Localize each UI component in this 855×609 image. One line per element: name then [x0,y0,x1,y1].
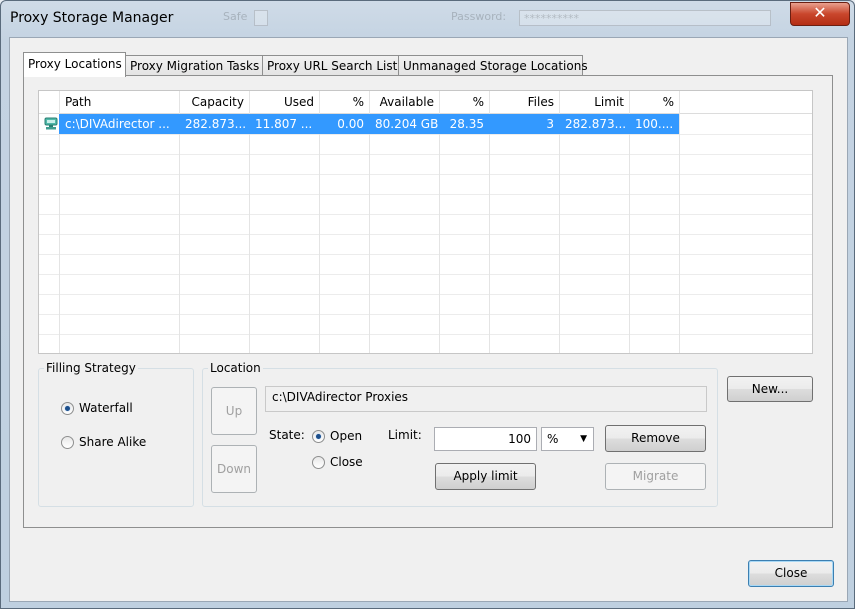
state-open-radio[interactable] [312,430,325,443]
background-label-password: Password: [451,10,507,23]
tab-proxy-migration-tasks[interactable]: Proxy Migration Tasks [125,55,263,76]
row-line [39,134,812,135]
apply-limit-button[interactable]: Apply limit [435,463,536,490]
waterfall-radio[interactable] [61,402,74,415]
row-line [39,154,812,155]
row-line [39,194,812,195]
background-label-safe: Safe [223,10,248,23]
state-close-radio[interactable] [312,456,325,469]
close-button[interactable]: Close [748,560,834,587]
cell-limit[interactable]: 282.873... [560,114,629,134]
cell-used[interactable]: 11.807 ... [250,114,319,134]
limit-input[interactable]: 100 [434,427,537,451]
move-down-button[interactable]: Down [211,445,257,493]
background-checkbox [254,10,268,26]
row-line [39,334,812,335]
row-line [39,234,812,235]
cell-files[interactable]: 3 [490,114,559,134]
chevron-down-icon: ▼ [580,434,587,444]
row-line [39,254,812,255]
dialog-client: Proxy Locations Proxy Migration Tasks Pr… [9,37,848,602]
column-header-capacity[interactable]: Capacity [180,91,249,113]
cell-path[interactable]: c:\DIVAdirector ... [60,114,179,134]
row-line [39,294,812,295]
migrate-button[interactable]: Migrate [605,463,706,490]
background-password-value: ********** [524,12,579,25]
cell-limit-pct[interactable]: 100.... [630,114,679,134]
cell-capacity[interactable]: 282.873... [180,114,249,134]
limit-label: Limit: [388,428,422,442]
cell-used-pct[interactable]: 0.00 [320,114,369,134]
window-title: Proxy Storage Manager [10,10,174,26]
state-label: State: [269,428,305,442]
location-path-field[interactable]: c:\DIVAdirector Proxies [265,386,707,412]
move-up-button[interactable]: Up [211,387,257,435]
row-line [39,274,812,275]
window-close-button[interactable]: ✕ [790,2,850,26]
location-legend: Location [210,361,261,375]
dialog-window: Proxy Storage Manager Safe Password: ***… [0,0,855,609]
location-group: Location Up Down c:\DIVAdirector Proxies… [202,361,718,507]
proxy-locations-panel: Path Capacity Used % Available % Files L… [23,75,833,528]
close-x-icon: ✕ [813,3,827,22]
row-line [39,214,812,215]
tab-unmanaged-storage-locations[interactable]: Unmanaged Storage Locations [398,55,588,76]
filling-strategy-group: Filling Strategy Waterfall Share Alike [38,361,194,507]
column-header-limit[interactable]: Limit [560,91,629,113]
column-header-used-pct[interactable]: % [320,91,369,113]
filling-strategy-legend: Filling Strategy [46,361,136,375]
tab-proxy-locations[interactable]: Proxy Locations [23,52,126,77]
cell-available[interactable]: 80.204 GB [370,114,439,134]
state-open-label[interactable]: Open [330,429,362,443]
col-line [679,91,680,353]
limit-unit-select[interactable]: % ▼ [541,427,594,451]
column-header-path[interactable]: Path [60,91,179,113]
tab-proxy-url-search-list[interactable]: Proxy URL Search List [262,55,399,76]
limit-unit-value: % [547,432,559,446]
new-button[interactable]: New... [727,376,813,402]
column-header-available[interactable]: Available [370,91,439,113]
column-header-available-pct[interactable]: % [440,91,489,113]
storage-drive-icon [44,117,58,130]
proxy-locations-table[interactable]: Path Capacity Used % Available % Files L… [38,90,813,354]
state-close-label[interactable]: Close [330,455,363,469]
column-header-used[interactable]: Used [250,91,319,113]
cell-available-pct[interactable]: 28.35 [440,114,489,134]
share-alike-radio[interactable] [61,436,74,449]
waterfall-label[interactable]: Waterfall [79,401,133,415]
remove-button[interactable]: Remove [605,425,706,452]
title-bar[interactable]: Proxy Storage Manager Safe Password: ***… [1,1,854,35]
column-header-limit-pct[interactable]: % [630,91,679,113]
column-header-files[interactable]: Files [490,91,559,113]
row-line [39,314,812,315]
share-alike-label[interactable]: Share Alike [79,435,146,449]
row-line [39,174,812,175]
